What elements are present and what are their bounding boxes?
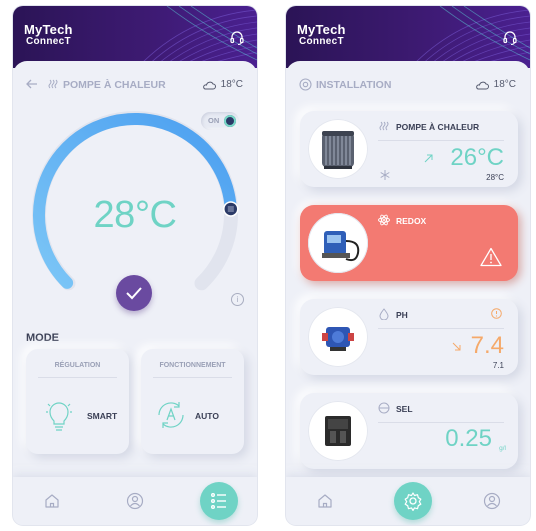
equipment-target: 7.1 — [492, 361, 504, 370]
installation-screen: MyTech ConnecT INSTALLATION 18°C POMPE À… — [286, 6, 530, 525]
operation-value: AUTO — [195, 411, 219, 421]
drop-icon — [379, 308, 389, 320]
redox-photo — [308, 213, 368, 273]
heat-waves-icon — [379, 121, 389, 131]
equipment-value: 0.25 — [445, 425, 492, 452]
app-logo: MyTech ConnecT — [24, 22, 73, 48]
atom-icon — [378, 214, 390, 226]
card-divider — [378, 328, 504, 329]
equipment-name: PH — [396, 310, 408, 320]
trend-up-arrow-icon — [424, 154, 433, 163]
info-button[interactable]: i — [231, 293, 244, 306]
content-sheet: POMPE À CHALEUR 18°C ON 28°C i MODE RÉGU… — [13, 61, 257, 525]
heat-pump-screen: MyTech ConnecT POMPE À CHALEUR 18°C ON 2… — [13, 6, 257, 525]
card-divider — [38, 377, 117, 378]
settings-icon — [404, 492, 422, 511]
equipment-card-heat-pump[interactable]: POMPE À CHALEUR 26°C 28°C — [300, 111, 518, 187]
page-title: INSTALLATION — [316, 79, 392, 91]
list-icon — [210, 492, 226, 510]
headset-icon[interactable] — [229, 30, 245, 46]
logo-line1: MyTech — [24, 22, 73, 37]
salt-chlorinator-photo — [308, 401, 368, 461]
lightbulb-icon — [46, 402, 72, 431]
home-icon[interactable] — [44, 493, 60, 509]
heat-pump-photo — [308, 119, 368, 179]
equipment-target: 28°C — [486, 173, 504, 182]
mode-section-title: MODE — [26, 332, 59, 344]
equipment-unit: g/l — [499, 445, 506, 452]
home-icon[interactable] — [317, 493, 333, 509]
ph-pump-photo — [308, 307, 368, 367]
equipment-value: 26°C — [450, 144, 504, 171]
bottom-navigation — [13, 477, 257, 525]
regulation-card[interactable]: RÉGULATION SMART — [26, 349, 129, 454]
equipment-name: SEL — [396, 404, 413, 414]
info-icon: i — [236, 295, 239, 304]
card-divider — [378, 140, 504, 141]
title-bar: INSTALLATION 18°C — [286, 75, 530, 95]
equipment-name: REDOX — [396, 216, 427, 226]
logo-line2: ConnecT — [299, 36, 344, 47]
equipment-value: 7.4 — [470, 332, 504, 359]
cloud-icon — [476, 81, 489, 90]
outdoor-temperature: 18°C — [493, 79, 516, 90]
user-icon[interactable] — [126, 492, 144, 510]
equipment-card-ph[interactable]: PH 7.4 7.1 — [300, 299, 518, 375]
warning-icon — [480, 247, 502, 267]
installation-icon — [299, 78, 312, 91]
regulation-value: SMART — [87, 411, 118, 421]
regulation-title: RÉGULATION — [54, 362, 101, 369]
app-header: MyTech ConnecT — [286, 6, 530, 68]
operation-title: FONCTIONNEMENT — [159, 362, 226, 369]
salt-icon — [378, 402, 390, 414]
snowflake-icon — [380, 170, 390, 180]
bottom-navigation — [286, 477, 530, 525]
check-icon — [126, 287, 142, 300]
equipment-card-redox[interactable]: REDOX — [300, 205, 518, 281]
headset-icon[interactable] — [502, 30, 518, 46]
card-divider — [153, 377, 232, 378]
nav-settings-active[interactable] — [394, 482, 432, 520]
equipment-card-salt[interactable]: SEL 0.25 g/l — [300, 393, 518, 469]
nav-list-active[interactable] — [200, 482, 238, 520]
equipment-name: POMPE À CHALEUR — [396, 122, 480, 132]
alert-circle-icon — [491, 308, 502, 319]
operation-card[interactable]: FONCTIONNEMENT AUTO — [141, 349, 244, 454]
logo-line1: MyTech — [297, 22, 346, 37]
trend-down-arrow-icon — [452, 342, 461, 351]
app-header: MyTech ConnecT — [13, 6, 257, 68]
content-sheet: INSTALLATION 18°C POMPE À CHALEUR 26°C 2… — [286, 61, 530, 525]
auto-cycle-icon — [158, 402, 184, 428]
setpoint-temperature: 28°C — [93, 194, 177, 236]
card-divider — [378, 422, 504, 423]
app-logo: MyTech ConnecT — [297, 22, 346, 48]
logo-line2: ConnecT — [26, 36, 71, 47]
user-icon[interactable] — [483, 492, 501, 510]
confirm-button[interactable] — [116, 275, 152, 311]
